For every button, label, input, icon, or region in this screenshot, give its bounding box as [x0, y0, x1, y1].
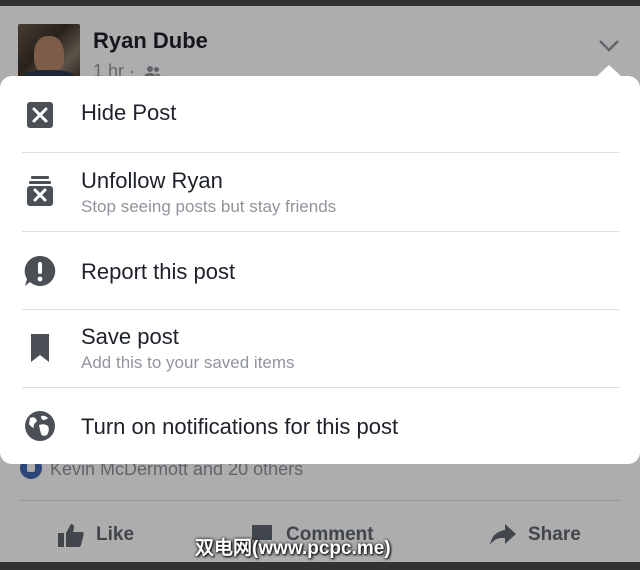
menu-item-hide-post[interactable]: Hide Post	[0, 76, 640, 153]
menu-item-subtitle: Stop seeing posts but stay friends	[81, 197, 337, 216]
watermark: 双电网(www.pcpc.me)	[195, 538, 391, 559]
hide-box-x-icon	[27, 102, 53, 128]
globe-icon	[25, 411, 55, 441]
menu-item-turn-on-notifications[interactable]: Turn on notifications for this post	[0, 388, 640, 464]
unfollow-stack-x-icon	[27, 176, 53, 206]
menu-item-subtitle: Add this to your saved items	[81, 353, 295, 372]
menu-item-save-post[interactable]: Save post Add this to your saved items	[0, 310, 640, 388]
menu-item-title: Save post	[81, 324, 179, 349]
post-options-menu: Hide Post Unfollow Ryan Stop seeing post…	[0, 76, 640, 464]
menu-item-title: Unfollow Ryan	[81, 168, 223, 193]
menu-item-unfollow[interactable]: Unfollow Ryan Stop seeing posts but stay…	[0, 153, 640, 232]
menu-item-report-post[interactable]: Report this post	[0, 232, 640, 310]
menu-item-title: Report this post	[81, 259, 236, 284]
bookmark-icon	[31, 334, 49, 362]
menu-item-title: Turn on notifications for this post	[81, 414, 399, 439]
exclamation-speech-icon	[24, 255, 56, 286]
menu-item-title: Hide Post	[81, 100, 177, 125]
